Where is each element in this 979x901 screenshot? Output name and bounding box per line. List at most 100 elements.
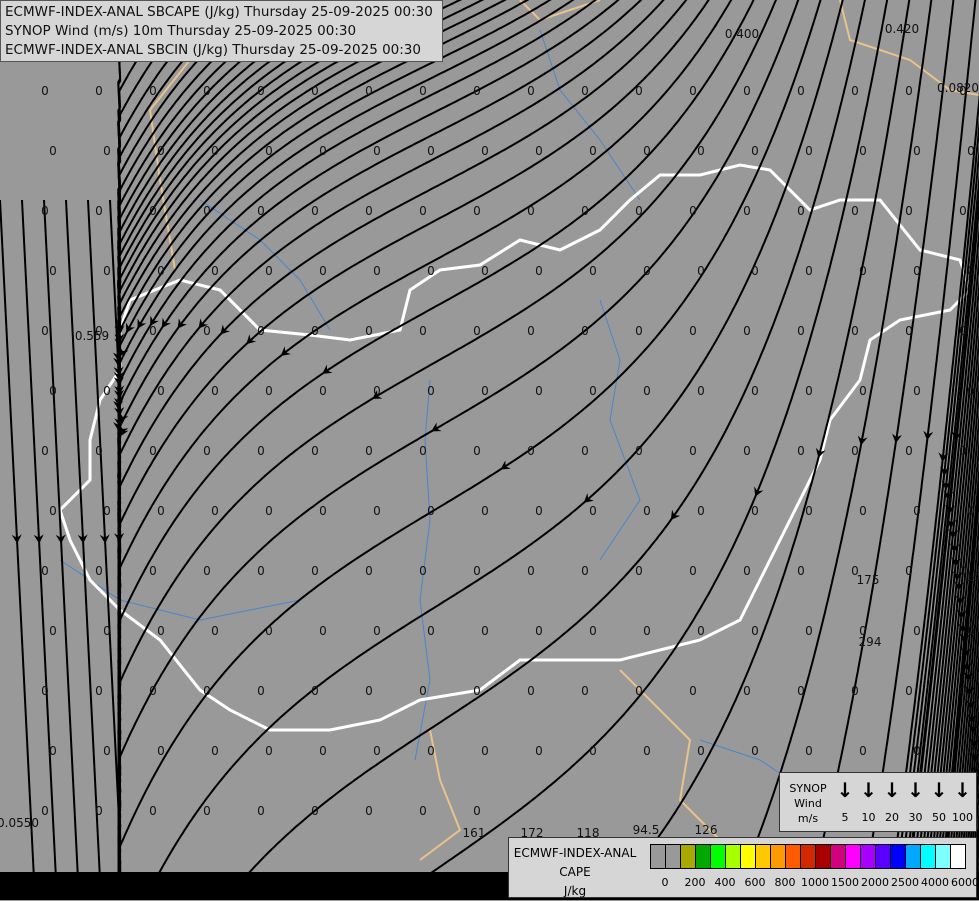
cape-color-swatch xyxy=(906,845,921,868)
cape-value-label: 0 xyxy=(643,744,651,758)
streamline-arrow-icon xyxy=(133,318,146,331)
cape-value-label: 0 xyxy=(103,744,111,758)
cape-value-label: 0 xyxy=(157,264,165,278)
cape-value-label: 0 xyxy=(535,264,543,278)
cape-value-label: 0 xyxy=(419,84,427,98)
cape-value-label: 0 xyxy=(697,624,705,638)
cape-value-label: 0 xyxy=(203,804,211,818)
cape-value-label: 0 xyxy=(643,384,651,398)
cape-value-label: 0 xyxy=(535,144,543,158)
cape-value-label: 0 xyxy=(805,504,813,518)
cape-value-label: 15 xyxy=(965,570,979,584)
cape-legend-line: CAPE xyxy=(511,863,639,882)
cape-value-label: 175 xyxy=(857,573,880,587)
cape-value-label: 0 xyxy=(419,804,427,818)
cape-value-label: 0 xyxy=(743,84,751,98)
cape-value-label: 0 xyxy=(581,684,589,698)
cape-value-label: 0 xyxy=(211,624,219,638)
cape-value-label: 0 xyxy=(419,204,427,218)
cape-value-label: 0 xyxy=(589,264,597,278)
cape-legend-line: J/kg xyxy=(511,882,639,901)
cape-value-label: 0 xyxy=(365,324,373,338)
cape-color-swatch xyxy=(651,845,666,868)
cape-color-swatch xyxy=(921,845,936,868)
cape-value-label: 0 xyxy=(589,384,597,398)
cape-value-label: 0 xyxy=(211,264,219,278)
cape-value-label: 294 xyxy=(859,635,882,649)
cape-value-label: 0 xyxy=(635,564,643,578)
cape-color-swatch xyxy=(711,845,726,868)
cape-value-label: 0 xyxy=(319,264,327,278)
cape-value-label: 0 xyxy=(41,804,49,818)
down-arrow-icon: ↓ xyxy=(881,779,903,801)
synop-legend-line: Wind xyxy=(784,796,832,811)
streamline-arrow-icon xyxy=(429,423,442,436)
cape-value-label: 0 xyxy=(751,384,759,398)
cape-value-label: 0 xyxy=(49,384,57,398)
cape-value-label: 0 xyxy=(527,684,535,698)
cape-value-label: 0 xyxy=(311,84,319,98)
cape-value-label: 0 xyxy=(535,504,543,518)
cape-value-label: 0 xyxy=(211,504,219,518)
title-sbcape: ECMWF-INDEX-ANAL SBCAPE (J/kg) Thursday … xyxy=(5,3,438,22)
cape-value-label: 0 xyxy=(535,384,543,398)
streamline-arrow-icon xyxy=(751,487,764,499)
cape-value-label: 0 xyxy=(365,444,373,458)
cape-legend-title: ECMWF-INDEX-ANAL CAPE J/kg xyxy=(511,844,639,901)
cape-value-label: 0 xyxy=(265,144,273,158)
cape-value-label: 0 xyxy=(103,504,111,518)
cape-value-label: 0 xyxy=(851,324,859,338)
cape-value-label: 0 xyxy=(149,684,157,698)
cape-value-label: 0 xyxy=(851,684,859,698)
cape-value-label: 0 xyxy=(743,564,751,578)
cape-value-label: 0 xyxy=(689,564,697,578)
cape-value-label: 0 xyxy=(959,204,967,218)
cape-value-label: 0.0820 xyxy=(937,81,979,95)
cape-value-label: 0 xyxy=(41,204,49,218)
cape-color-scale xyxy=(650,844,966,869)
cape-value-label: 0 xyxy=(751,744,759,758)
streamline xyxy=(118,0,646,884)
streamline-arrow-icon xyxy=(319,365,332,378)
cape-value-label: 0 xyxy=(481,144,489,158)
cape-value-label: 0 xyxy=(473,84,481,98)
cape-value-label: 0 xyxy=(481,264,489,278)
cape-value-label: 0 xyxy=(905,564,913,578)
synop-speed-label: 5 xyxy=(834,811,856,824)
cape-value-label: 0 xyxy=(319,144,327,158)
cape-value-label: 0 xyxy=(697,744,705,758)
streamline xyxy=(118,0,162,881)
cape-value-label: 0 xyxy=(959,444,967,458)
cape-color-swatch xyxy=(756,845,771,868)
cape-value-label: 0 xyxy=(859,384,867,398)
cape-value-label: 0 xyxy=(41,684,49,698)
cape-tick-label: 1500 xyxy=(831,876,859,889)
cape-value-label: 0 xyxy=(257,324,265,338)
cape-value-label: 0 xyxy=(851,84,859,98)
cape-value-label: 161 xyxy=(463,826,486,840)
cape-value-label: 0 xyxy=(311,444,319,458)
cape-value-label: 0 xyxy=(203,684,211,698)
cape-value-label: 0 xyxy=(427,744,435,758)
cape-value-label: 0 xyxy=(373,144,381,158)
cape-value-label: 0 xyxy=(913,744,921,758)
streamline xyxy=(118,0,536,881)
cape-value-label: 0 xyxy=(481,744,489,758)
cape-value-label: 0 xyxy=(319,384,327,398)
synop-speed-item: ↓30 xyxy=(905,779,927,824)
cape-tick-label: 2000 xyxy=(861,876,889,889)
cape-color-swatch xyxy=(666,845,681,868)
cape-value-label: 0 xyxy=(689,204,697,218)
cape-color-swatch xyxy=(861,845,876,868)
cape-value-label: 0 xyxy=(49,744,57,758)
cape-value-label: 0.0550 xyxy=(0,816,39,830)
cape-value-label: 0 xyxy=(257,444,265,458)
cape-value-label: 0 xyxy=(95,204,103,218)
cape-value-label: 0 xyxy=(373,264,381,278)
cape-value-label: 0 xyxy=(589,144,597,158)
cape-value-label: 0 xyxy=(95,684,103,698)
cape-value-label: 0 xyxy=(427,264,435,278)
cape-value-label: 0 xyxy=(643,264,651,278)
cape-value-label: 0 xyxy=(265,504,273,518)
cape-value-label: 0 xyxy=(581,564,589,578)
